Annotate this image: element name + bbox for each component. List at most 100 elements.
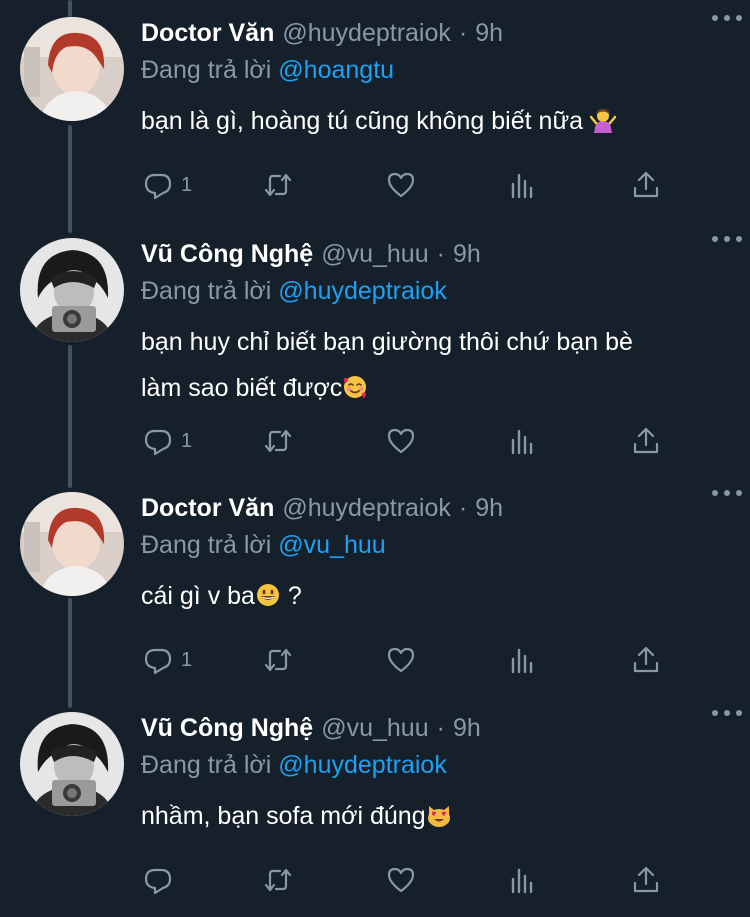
retweet-icon — [264, 429, 292, 453]
reply-icon — [144, 173, 172, 200]
share-button[interactable] — [631, 643, 661, 677]
tweet-actions — [141, 863, 661, 897]
retweet-icon — [264, 173, 292, 197]
like-icon — [387, 428, 415, 454]
retweet-icon — [264, 868, 292, 892]
analytics-button[interactable] — [508, 168, 538, 202]
separator-dot: · — [436, 240, 445, 268]
like-button[interactable] — [386, 168, 416, 202]
reply-button[interactable] — [143, 863, 181, 897]
reply-icon — [144, 648, 172, 675]
timestamp[interactable]: 9h — [453, 237, 481, 271]
replying-to: Đang trả lời @huydeptraiok — [141, 274, 730, 308]
user-handle[interactable]: @huydeptraiok — [282, 491, 451, 525]
analytics-icon — [511, 429, 533, 455]
share-button[interactable] — [631, 863, 661, 897]
display-name[interactable]: Doctor Văn — [141, 491, 274, 525]
user-handle[interactable]: @vu_huu — [321, 237, 428, 271]
display-name[interactable]: Vũ Công Nghệ — [141, 711, 313, 745]
mention-link[interactable]: @huydeptraiok — [278, 751, 447, 779]
like-button[interactable] — [386, 643, 416, 677]
analytics-button[interactable] — [508, 424, 538, 458]
share-icon — [633, 427, 659, 454]
heart-eyes-cat-emoji — [427, 806, 450, 827]
analytics-icon — [511, 173, 533, 199]
person-shrugging-emoji — [590, 108, 617, 133]
avatar[interactable] — [20, 712, 124, 816]
avatar[interactable] — [20, 17, 124, 121]
more-icon[interactable] — [712, 485, 742, 501]
tweet-text-content: bạn là gì, hoàng tú cũng không biết nữa — [141, 107, 584, 135]
tweet-actions: 1 — [141, 168, 661, 202]
share-icon — [633, 171, 659, 198]
analytics-button[interactable] — [508, 643, 538, 677]
avatar[interactable] — [20, 492, 124, 596]
reply-button[interactable]: 1 — [143, 424, 192, 458]
tweet-actions: 1 — [141, 424, 661, 458]
reply-count: 1 — [181, 648, 193, 671]
tweet[interactable]: Vũ Công Nghệ @vu_huu · 9h Đang trả lời @… — [0, 695, 750, 917]
like-button[interactable] — [386, 863, 416, 897]
timestamp[interactable]: 9h — [475, 16, 503, 50]
tweet-text: bạn huy chỉ biết bạn giường thôi chứ bạn… — [141, 319, 730, 411]
replying-to-label: Đang trả lời — [141, 277, 272, 305]
tweet-text-content: làm sao biết được — [141, 374, 343, 402]
tweet[interactable]: Vũ Công Nghệ @vu_huu · 9h Đang trả lời @… — [0, 221, 750, 474]
more-icon[interactable] — [712, 10, 742, 26]
replying-to-label: Đang trả lời — [141, 56, 272, 84]
replying-to-label: Đang trả lời — [141, 531, 272, 559]
analytics-icon — [511, 648, 533, 674]
retweet-button[interactable] — [263, 643, 293, 677]
more-icon[interactable] — [712, 231, 742, 247]
display-name[interactable]: Doctor Văn — [141, 16, 274, 50]
reply-count: 1 — [181, 173, 193, 196]
camera-person-avatar — [20, 712, 124, 816]
reply-count: 1 — [181, 429, 193, 452]
like-icon — [387, 172, 415, 198]
smiling-face-with-hearts-emoji — [344, 376, 367, 398]
separator-dot: · — [436, 714, 445, 742]
tweet[interactable]: Doctor Văn @huydeptraiok · 9h Đang trả l… — [0, 475, 750, 695]
separator-dot: · — [458, 19, 468, 47]
reply-icon — [144, 868, 172, 895]
tweet-text-line-2: làm sao biết được — [141, 365, 730, 411]
tweet-text: cái gì v ba ? — [141, 573, 730, 619]
red-hair-person-avatar — [20, 492, 124, 596]
like-icon — [387, 867, 415, 893]
reply-button[interactable]: 1 — [143, 643, 192, 677]
grinning-face-emoji — [256, 584, 279, 606]
retweet-icon — [264, 648, 292, 672]
share-button[interactable] — [631, 168, 661, 202]
tweet-text-trailing: ? — [280, 582, 302, 610]
retweet-button[interactable] — [263, 863, 293, 897]
timestamp[interactable]: 9h — [475, 491, 503, 525]
tweet[interactable]: Doctor Văn @huydeptraiok · 9h Đang trả l… — [0, 0, 750, 220]
retweet-button[interactable] — [263, 424, 293, 458]
tweet-text: nhầm, bạn sofa mới đúng — [141, 793, 730, 839]
conversation-thread: Doctor Văn @huydeptraiok · 9h Đang trả l… — [0, 0, 750, 917]
tweet-text-content: cái gì v ba — [141, 582, 255, 610]
analytics-button[interactable] — [508, 863, 538, 897]
reply-icon — [144, 429, 172, 456]
replying-to: Đang trả lời @huydeptraiok — [141, 748, 730, 782]
more-icon[interactable] — [712, 705, 742, 721]
mention-link[interactable]: @hoangtu — [278, 56, 394, 84]
avatar[interactable] — [20, 238, 124, 342]
camera-person-avatar — [20, 238, 124, 342]
timestamp[interactable]: 9h — [453, 711, 481, 745]
retweet-button[interactable] — [263, 168, 293, 202]
replying-to: Đang trả lời @vu_huu — [141, 528, 730, 562]
mention-link[interactable]: @huydeptraiok — [278, 277, 447, 305]
user-handle[interactable]: @vu_huu — [321, 711, 428, 745]
reply-button[interactable]: 1 — [143, 168, 192, 202]
like-button[interactable] — [386, 424, 416, 458]
analytics-icon — [511, 868, 533, 894]
share-button[interactable] — [631, 424, 661, 458]
like-icon — [387, 647, 415, 673]
tweet-actions: 1 — [141, 643, 661, 677]
share-icon — [633, 646, 659, 673]
display-name[interactable]: Vũ Công Nghệ — [141, 237, 313, 271]
mention-link[interactable]: @vu_huu — [278, 531, 385, 559]
user-handle[interactable]: @huydeptraiok — [282, 16, 451, 50]
replying-to: Đang trả lời @hoangtu — [141, 53, 730, 87]
